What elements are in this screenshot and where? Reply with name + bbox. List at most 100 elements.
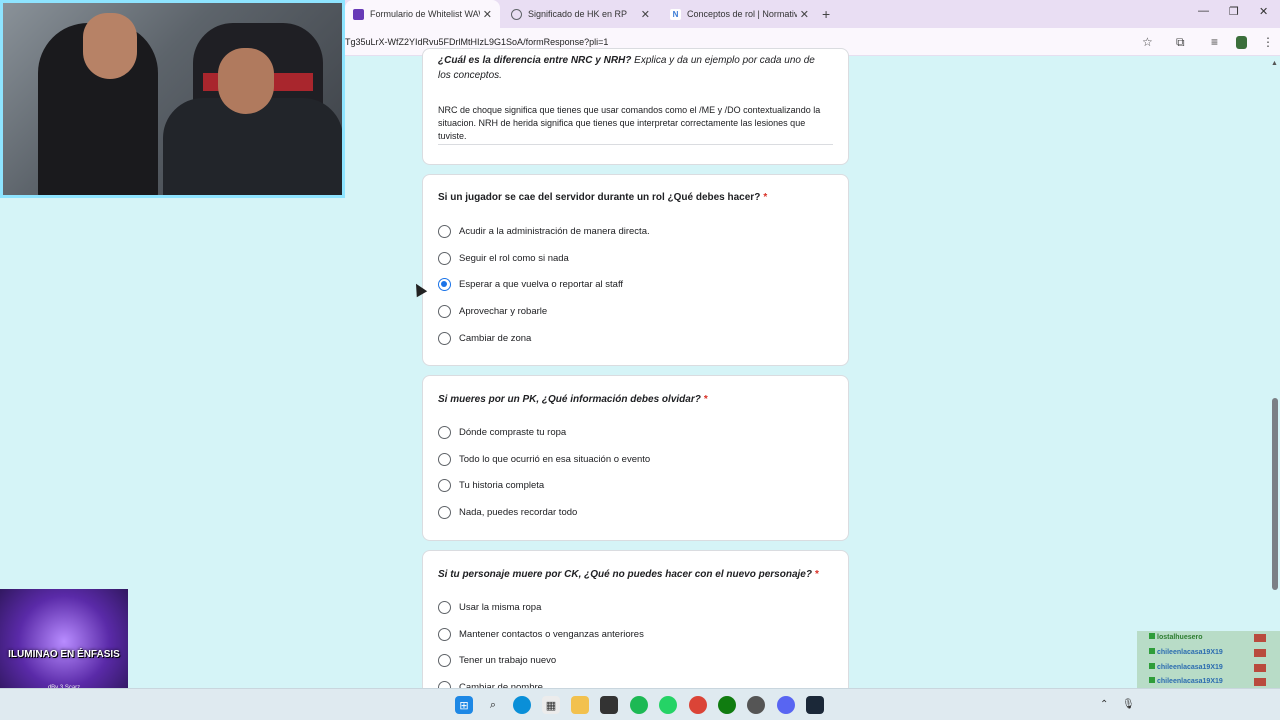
steam-icon[interactable] <box>806 696 824 714</box>
tab-significado-hk[interactable]: Significado de HK en RP ✕ <box>503 0 658 28</box>
close-tab-icon[interactable]: ✕ <box>641 8 650 21</box>
radio-option[interactable]: Dónde compraste tu ropa <box>438 424 566 440</box>
profile-avatar-icon[interactable] <box>1236 36 1247 49</box>
discord-icon[interactable] <box>777 696 795 714</box>
scrollbar-thumb[interactable] <box>1272 398 1278 590</box>
chat-username: chileenlacasa19X19 <box>1157 678 1223 685</box>
required-asterisk: * <box>703 394 708 405</box>
close-window-button[interactable]: ✕ <box>1259 5 1268 18</box>
maximize-window-button[interactable]: ❐ <box>1229 5 1239 18</box>
answer-text[interactable]: NRC de choque significa que tienes que u… <box>438 104 833 143</box>
radio-option[interactable]: Acudir a la administración de manera dir… <box>438 223 650 239</box>
question-card-pk: Si mueres por un PK, ¿Qué información de… <box>422 375 849 541</box>
radio-button[interactable] <box>438 304 451 318</box>
radio-button[interactable] <box>438 331 451 345</box>
radio-option[interactable]: Usar la misma ropa <box>438 599 541 615</box>
search-icon[interactable]: ⌕ <box>484 696 502 714</box>
forms-favicon-icon <box>353 8 364 20</box>
settings-gear-icon[interactable] <box>747 696 765 714</box>
question-title-italic: Explica y da un ejemplo por cada uno de <box>634 55 815 66</box>
browser-menu-icon[interactable]: ⋮ <box>1262 35 1274 49</box>
capture-app-icon[interactable] <box>600 696 618 714</box>
radio-button[interactable] <box>438 251 451 265</box>
option-label: Todo lo que ocurrió en esa situación o e… <box>459 453 651 465</box>
question-title-text: Si mueres por un PK, ¿Qué información de… <box>438 394 701 405</box>
radio-option[interactable]: Cambiar de zona <box>438 330 531 346</box>
chat-message: chileenlacasa19X19 <box>1149 677 1223 687</box>
tab-conceptos-rol[interactable]: N Conceptos de rol | Normativas ✕ <box>662 0 817 28</box>
tab-formulario[interactable]: Formulario de Whitelist WAWIT ✕ <box>345 0 500 28</box>
whatsapp-icon[interactable] <box>659 696 677 714</box>
tab-label: Significado de HK en RP <box>528 9 628 19</box>
question-title: ¿Cuál es la diferencia entre NRC y NRH? … <box>438 53 815 69</box>
radio-option[interactable]: Aprovechar y robarle <box>438 303 547 319</box>
radio-option[interactable]: Todo lo que ocurrió en esa situación o e… <box>438 451 650 467</box>
question-title-text: Si tu personaje muere por CK, ¿Qué no pu… <box>438 569 812 580</box>
option-label: Esperar a que vuelva o reportar al staff <box>459 278 624 290</box>
option-label: Tener un trabajo nuevo <box>459 654 557 666</box>
chat-message: chileenlacasa19X19 <box>1149 648 1223 658</box>
question-card-nrc-nrh: ¿Cuál es la diferencia entre NRC y NRH? … <box>422 48 849 165</box>
answer-underline <box>438 144 833 145</box>
radio-button[interactable] <box>438 505 451 519</box>
globe-icon <box>511 8 522 20</box>
radio-option[interactable]: Mantener contactos o venganzas anteriore… <box>438 626 644 642</box>
option-label: Mantener contactos o venganzas anteriore… <box>459 628 644 640</box>
question-card-jugador-cae: Si un jugador se cae del servidor durant… <box>422 174 849 366</box>
address-bar-url[interactable]: 9Tg35uLrX-WfZ2YIdRvu5FDrlMtHIzL9G1SoA/fo… <box>340 37 608 47</box>
file-explorer-icon[interactable] <box>571 696 589 714</box>
option-label: Cambiar de zona <box>459 332 532 344</box>
option-label: Nada, puedes recordar todo <box>459 506 578 518</box>
radio-button[interactable] <box>438 627 451 641</box>
scroll-up-arrow-icon[interactable]: ▲ <box>1271 60 1278 67</box>
spotify-icon[interactable] <box>630 696 648 714</box>
radio-option-selected[interactable]: Esperar a que vuelva o reportar al staff <box>438 276 623 292</box>
question-card-ck: Si tu personaje muere por CK, ¿Qué no pu… <box>422 550 849 710</box>
radio-button[interactable] <box>438 478 451 492</box>
radio-button[interactable] <box>438 425 451 439</box>
option-label: Dónde compraste tu ropa <box>459 426 567 438</box>
option-label: Tu historia completa <box>459 479 545 491</box>
scrollbar-track[interactable] <box>1270 56 1280 688</box>
start-menu-icon[interactable]: ⊞ <box>455 696 473 714</box>
option-label: Aprovechar y robarle <box>459 305 548 317</box>
radio-option[interactable]: Seguir el rol como si nada <box>438 250 569 266</box>
new-tab-button[interactable]: + <box>822 6 830 22</box>
radio-option[interactable]: Tener un trabajo nuevo <box>438 652 556 668</box>
radio-option[interactable]: Nada, puedes recordar todo <box>438 504 577 520</box>
edge-icon[interactable] <box>513 696 531 714</box>
extensions-icon[interactable]: ⧉ <box>1176 35 1185 50</box>
chat-emote-icon <box>1254 678 1266 686</box>
chat-emote-icon <box>1254 634 1266 642</box>
radio-button[interactable] <box>438 224 451 238</box>
bookmark-star-icon[interactable]: ☆ <box>1142 35 1153 49</box>
question-title: Si mueres por un PK, ¿Qué información de… <box>438 394 708 405</box>
question-title-bold: ¿Cuál es la diferencia entre NRC y NRH? <box>438 55 632 66</box>
radio-option[interactable]: Tu historia completa <box>438 477 544 493</box>
required-asterisk: * <box>814 569 819 580</box>
question-title-text: Si un jugador se cae del servidor durant… <box>438 192 761 203</box>
promo-title: ILUMINAO EN ÉNFASIS <box>8 649 120 660</box>
media-control-icon[interactable]: ≡ <box>1211 35 1218 49</box>
question-title-line2: los conceptos. <box>438 70 502 81</box>
radio-button-checked[interactable] <box>438 277 451 291</box>
option-label: Seguir el rol como si nada <box>459 252 569 264</box>
close-tab-icon[interactable]: ✕ <box>800 8 809 21</box>
radio-button[interactable] <box>438 600 451 614</box>
store-icon[interactable]: ▦ <box>542 696 560 714</box>
microphone-icon[interactable]: 🎙 <box>1122 699 1135 710</box>
tray-overflow-chevron-icon[interactable]: ⌃ <box>1100 699 1108 710</box>
chrome-icon[interactable] <box>689 696 707 714</box>
stream-chat-overlay: lostalhuesero chileenlacasa19X19 chileen… <box>1137 631 1280 691</box>
webcam-overlay <box>0 0 345 198</box>
chat-message: lostalhuesero <box>1149 633 1203 643</box>
required-asterisk: * <box>763 192 768 203</box>
close-tab-icon[interactable]: ✕ <box>483 8 492 21</box>
radio-button[interactable] <box>438 653 451 667</box>
windows-taskbar: ⊞ ⌕ ▦ ⌃ 🎙 <box>0 688 1280 720</box>
option-label: Acudir a la administración de manera dir… <box>459 225 650 237</box>
chat-emote-icon <box>1254 664 1266 672</box>
minimize-window-button[interactable]: — <box>1198 5 1209 17</box>
radio-button[interactable] <box>438 452 451 466</box>
xbox-icon[interactable] <box>718 696 736 714</box>
